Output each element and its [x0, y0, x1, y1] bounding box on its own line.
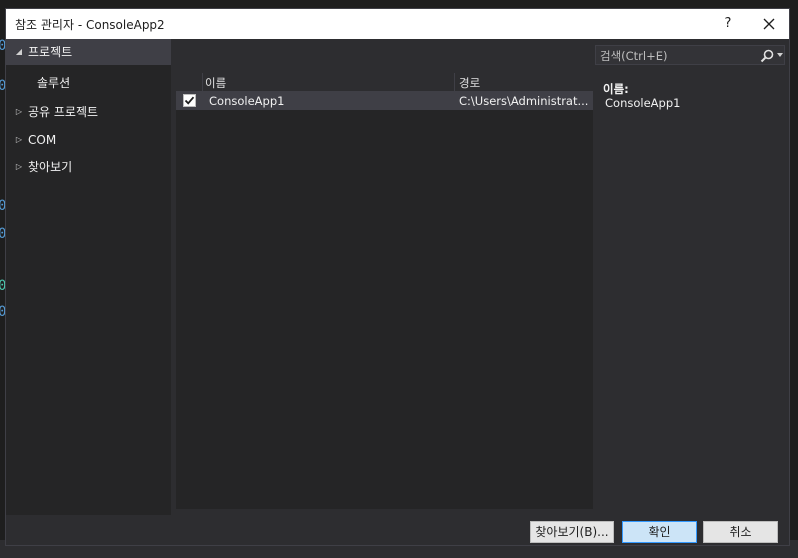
table-row[interactable]: ConsoleApp1 C:\Users\Administrat...: [176, 92, 593, 110]
nav-item-label: COM: [28, 133, 57, 147]
title-bar: 참조 관리자 - ConsoleApp2 ?: [6, 9, 789, 39]
list-header: 이름 경로: [176, 73, 593, 92]
cell-path: C:\Users\Administrat...: [459, 94, 589, 108]
close-icon: [763, 18, 775, 30]
cancel-button[interactable]: 취소: [703, 521, 778, 543]
help-button[interactable]: ?: [718, 14, 738, 34]
reference-manager-dialog: 참조 관리자 - ConsoleApp2 ? ◢ 프로젝트 솔루션 ▷ 공유 프…: [5, 8, 790, 546]
checkmark-icon: [184, 96, 195, 105]
collapsed-arrow-icon: ▷: [15, 135, 23, 144]
column-divider[interactable]: [454, 73, 455, 91]
search-input[interactable]: 검색(Ctrl+E): [595, 45, 785, 65]
details-panel: 이름: ConsoleApp1: [598, 73, 788, 509]
nav-item-label: 찾아보기: [28, 160, 73, 174]
browse-button[interactable]: 찾아보기(B)...: [530, 521, 614, 543]
reference-checkbox[interactable]: [183, 94, 196, 107]
nav-item-com[interactable]: ▷ COM: [6, 127, 171, 153]
collapsed-arrow-icon: ▷: [15, 162, 23, 171]
dialog-title: 참조 관리자 - ConsoleApp2: [15, 18, 165, 32]
detail-name-value: ConsoleApp1: [605, 96, 681, 110]
ok-button[interactable]: 확인: [622, 521, 697, 543]
column-header-check[interactable]: [176, 73, 203, 91]
nav-item-label: 프로젝트: [28, 45, 73, 59]
nav-item-label: 솔루션: [37, 76, 71, 90]
collapsed-arrow-icon: ▷: [15, 107, 23, 116]
nav-item-solution[interactable]: 솔루션: [6, 70, 171, 96]
nav-item-shared-projects[interactable]: ▷ 공유 프로젝트: [6, 99, 171, 125]
nav-item-label: 공유 프로젝트: [28, 105, 99, 119]
cell-name: ConsoleApp1: [209, 94, 285, 108]
nav-item-projects[interactable]: ◢ 프로젝트: [6, 39, 171, 65]
column-header-path[interactable]: 경로: [459, 75, 480, 91]
search-placeholder: 검색(Ctrl+E): [600, 49, 668, 63]
chevron-down-icon[interactable]: [777, 53, 783, 57]
column-header-name[interactable]: 이름: [205, 75, 226, 91]
close-button[interactable]: [758, 13, 780, 35]
detail-name-label: 이름:: [603, 82, 629, 96]
nav-item-browse[interactable]: ▷ 찾아보기: [6, 154, 171, 180]
expanded-arrow-icon: ◢: [15, 47, 23, 56]
search-icon[interactable]: [760, 49, 774, 63]
category-nav: ◢ 프로젝트 솔루션 ▷ 공유 프로젝트 ▷ COM ▷ 찾아보기: [6, 39, 171, 515]
reference-list: 이름 경로 ConsoleApp1 C:\Users\Administrat..…: [176, 73, 593, 509]
